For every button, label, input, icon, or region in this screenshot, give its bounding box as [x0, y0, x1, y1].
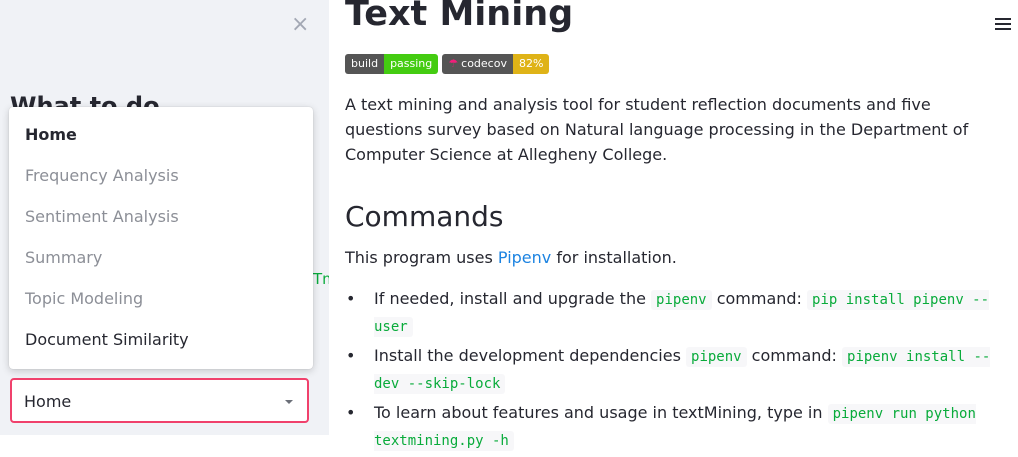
page-select[interactable]: Home [10, 378, 309, 423]
list-item: If needed, install and upgrade the pipen… [345, 286, 1005, 340]
select-value: Home [24, 392, 72, 411]
page-title: Text Mining [345, 0, 574, 34]
chevron-down-icon[interactable] [285, 400, 293, 404]
list-item: Install the development dependencies pip… [345, 343, 1005, 397]
codecov-badge-value: 82% [512, 54, 550, 74]
hamburger-menu-icon[interactable] [995, 18, 1011, 33]
commands-heading: Commands [345, 200, 504, 233]
codecov-badge-label: ☂ codecov [442, 54, 513, 74]
menu-item-summary[interactable]: Summary [9, 237, 313, 278]
pipenv-link[interactable]: Pipenv [498, 248, 551, 267]
codecov-badge[interactable]: ☂ codecov 82% [442, 54, 550, 74]
sidebar: × What to do Tm Home Frequency Analysis … [0, 0, 329, 435]
menu-item-sentiment-analysis[interactable]: Sentiment Analysis [9, 196, 313, 237]
dropdown-menu: Home Frequency Analysis Sentiment Analys… [9, 107, 313, 369]
close-sidebar-icon[interactable]: × [291, 13, 309, 37]
build-badge-status: passing [384, 54, 439, 74]
menu-item-topic-modeling[interactable]: Topic Modeling [9, 278, 313, 319]
build-badge[interactable]: build passing [345, 54, 439, 74]
umbrella-icon: ☂ [448, 57, 459, 70]
build-badge-label: build [345, 54, 385, 74]
commands-list: If needed, install and upgrade the pipen… [345, 286, 1005, 457]
list-item: To learn about features and usage in tex… [345, 400, 1005, 454]
sidebar-partial-text: Tm [313, 270, 329, 288]
badges: build passing ☂ codecov 82% [345, 54, 550, 74]
inline-code: pipenv [686, 347, 747, 367]
menu-item-home[interactable]: Home [9, 114, 313, 155]
install-line: This program uses Pipenv for installatio… [345, 248, 677, 267]
inline-code: pipenv [651, 290, 712, 310]
description: A text mining and analysis tool for stud… [345, 95, 969, 164]
menu-item-frequency-analysis[interactable]: Frequency Analysis [9, 155, 313, 196]
menu-item-document-similarity[interactable]: Document Similarity [9, 319, 313, 360]
